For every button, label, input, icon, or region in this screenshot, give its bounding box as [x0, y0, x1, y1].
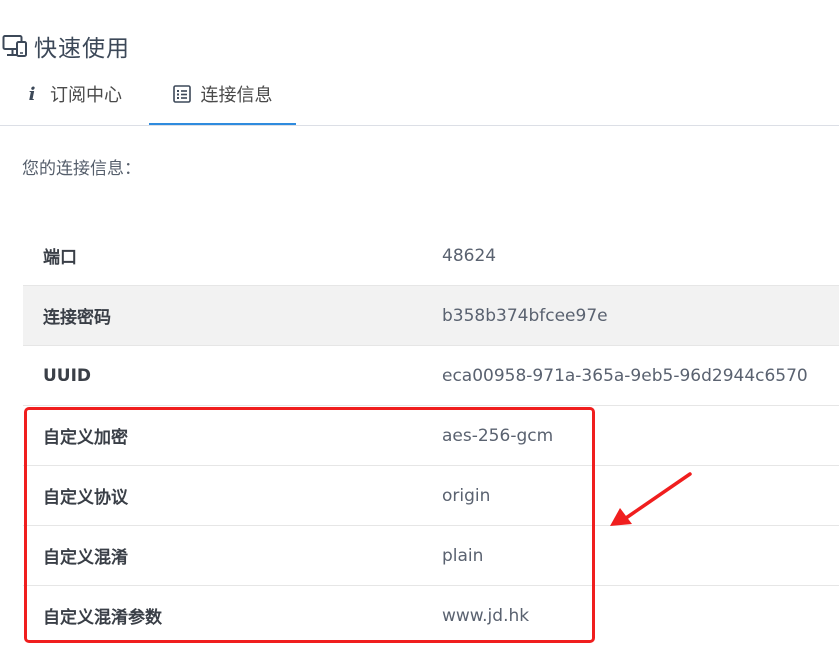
row-value: www.jd.hk: [442, 605, 530, 626]
page-title: 快速使用: [34, 36, 130, 62]
table-row: 连接密码 b358b374bfcee97e: [23, 285, 839, 346]
table-row: 端口 48624: [23, 226, 839, 286]
row-key: 自定义加密: [23, 405, 442, 466]
row-value: b358b374bfcee97e: [442, 285, 839, 346]
row-value: plain: [442, 525, 839, 586]
row-key: UUID: [23, 345, 442, 406]
annotation-arrow-icon: [610, 472, 692, 526]
table-row: 自定义混淆参数 www.jd.hk: [23, 586, 839, 646]
row-key: 端口: [23, 226, 442, 286]
info-icon: i: [28, 83, 36, 105]
row-key: 自定义混淆: [23, 525, 442, 586]
row-key: 连接密码: [23, 285, 442, 346]
table-row: 自定义协议 origin: [23, 465, 839, 526]
tab-bar: i 订阅中心 连接信息: [0, 64, 839, 126]
monitor-icon: [2, 35, 27, 57]
connection-info-table: 端口 48624 连接密码 b358b374bfcee97e UUID eca0…: [23, 226, 839, 645]
list-icon: [172, 84, 191, 103]
row-key: 自定义混淆参数: [43, 608, 162, 628]
row-key: 自定义协议: [23, 465, 442, 526]
table-row: 自定义加密 aes-256-gcm: [23, 405, 839, 466]
tab-subscription-center[interactable]: i 订阅中心: [28, 64, 122, 124]
tab-connection-info[interactable]: 连接信息: [149, 64, 296, 125]
row-value: eca00958-971a-365a-9eb5-96d2944c6570: [442, 345, 839, 406]
row-value: aes-256-gcm: [442, 405, 839, 466]
page: 快速使用 i 订阅中心 连接信息 您的连接信息： 端口 48624 连接密码 b…: [0, 0, 839, 653]
tab-label: 连接信息: [200, 84, 273, 106]
intro-text: 您的连接信息：: [22, 159, 141, 179]
tab-label: 订阅中心: [50, 85, 122, 106]
table-row: UUID eca00958-971a-365a-9eb5-96d2944c657…: [23, 345, 839, 406]
table-row: 自定义混淆 plain: [23, 525, 839, 586]
row-value: 48624: [442, 226, 839, 286]
page-header: 快速使用: [2, 30, 130, 62]
